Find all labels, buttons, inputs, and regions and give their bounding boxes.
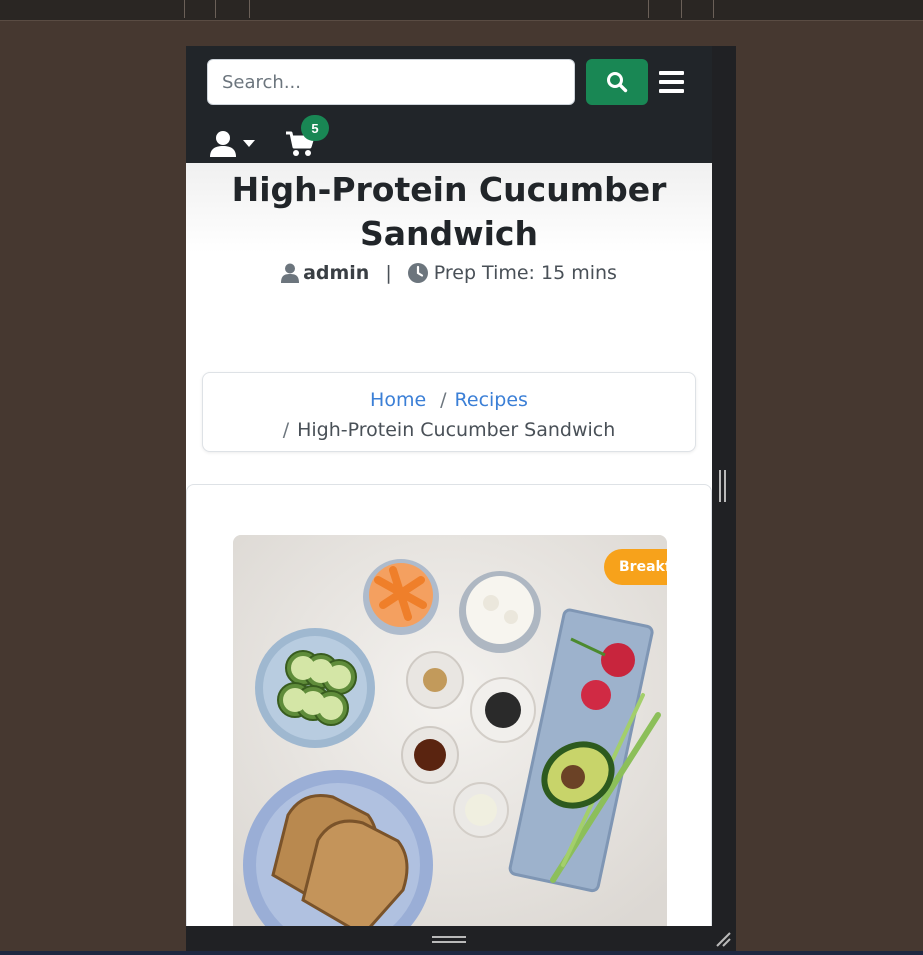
search-button[interactable]: [586, 59, 648, 105]
recipe-title: High-Protein Cucumber Sandwich: [231, 170, 667, 253]
breadcrumb-recipes[interactable]: Recipes: [455, 389, 528, 411]
breadcrumb-home[interactable]: Home: [370, 389, 426, 411]
user-icon: [210, 131, 236, 157]
breadcrumb: Home / Recipes / High-Protein Cucumber Sand…: [202, 372, 696, 452]
strip-divider: [713, 0, 714, 18]
recipe-header: High-Protein Cucumber Sandwich admin | P…: [186, 163, 712, 338]
strip-divider: [215, 0, 216, 18]
meta-separator: |: [385, 262, 392, 284]
bottom-edge: [0, 951, 923, 955]
breadcrumb-divider: /: [440, 389, 447, 411]
resize-handle-corner[interactable]: [714, 930, 732, 948]
search-input[interactable]: [207, 59, 575, 105]
resize-handle-bottom[interactable]: [432, 936, 466, 944]
navbar: 5: [186, 46, 712, 163]
strip-divider: [648, 0, 649, 18]
user-menu-toggle[interactable]: [209, 130, 257, 160]
search-icon: [607, 72, 628, 93]
recipe-image: Breakfast: [233, 535, 667, 926]
strip-divider: [249, 0, 250, 18]
cart-count-badge: 5: [301, 115, 329, 141]
category-badge: Breakfast: [604, 549, 667, 585]
ingredients-illustration: [233, 535, 667, 926]
page-viewport: 5 High-Protein Cucumber Sandwich admin |…: [186, 46, 712, 926]
devtools-top-strip: [0, 0, 923, 21]
recipe-card: Breakfast: [186, 484, 712, 926]
strip-divider: [184, 0, 185, 18]
device-frame: 5 High-Protein Cucumber Sandwich admin |…: [186, 46, 736, 951]
user-icon: [281, 263, 300, 283]
clock-icon: [407, 263, 428, 283]
strip-divider: [681, 0, 682, 18]
breadcrumb-current: High-Protein Cucumber Sandwich: [297, 419, 616, 441]
caret-down-icon: [243, 140, 255, 147]
hamburger-icon[interactable]: [659, 71, 684, 93]
recipe-author: admin: [303, 262, 370, 284]
resize-handle-right[interactable]: [719, 470, 727, 502]
breadcrumb-divider: /: [282, 419, 290, 441]
prep-time: Prep Time: 15 mins: [433, 262, 617, 284]
recipe-meta: admin | Prep Time: 15 mins: [186, 262, 712, 284]
